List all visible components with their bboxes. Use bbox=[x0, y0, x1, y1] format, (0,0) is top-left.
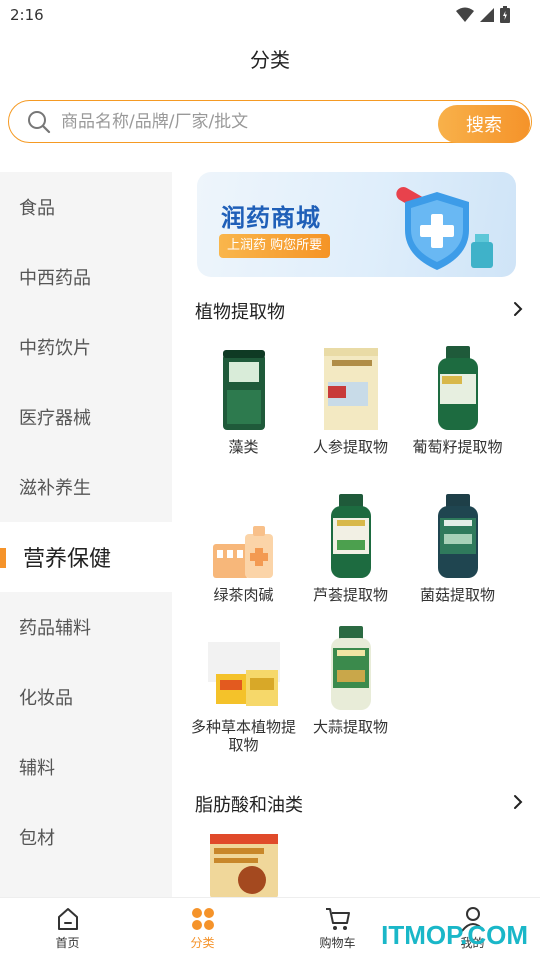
category-item-algae[interactable]: 藻类 bbox=[190, 342, 297, 456]
category-item-label: 人参提取物 bbox=[312, 438, 388, 456]
nav-label: 购物车 bbox=[319, 936, 356, 950]
sidebar-item-label: 化妆品 bbox=[19, 688, 73, 709]
search-bar[interactable]: 搜索 bbox=[8, 100, 532, 143]
section-fatty-acids-oils[interactable]: 脂肪酸和油类 bbox=[195, 789, 525, 819]
product-image bbox=[311, 622, 391, 712]
category-item-label: 葡萄籽提取物 bbox=[412, 438, 503, 456]
sidebar-item-label: 包材 bbox=[19, 828, 55, 849]
page-title: 分类 bbox=[250, 48, 290, 72]
sidebar-item-cosmetics[interactable]: 化妆品 bbox=[0, 662, 172, 732]
sidebar-item-excipients[interactable]: 辅料 bbox=[0, 732, 172, 802]
category-content: 润药商城 上润药 购您所要 植物提取物 藻类 人参提取物 葡萄籽提取物 绿茶肉碱… bbox=[172, 172, 540, 897]
section-title: 植物提取物 bbox=[195, 302, 285, 323]
home-icon bbox=[57, 908, 78, 930]
product-image bbox=[311, 490, 391, 580]
sidebar-item-medical-devices[interactable]: 医疗器械 bbox=[0, 382, 172, 452]
sidebar-item-tonics[interactable]: 滋补养生 bbox=[0, 452, 172, 522]
category-item-fish-oil[interactable] bbox=[190, 832, 297, 897]
search-input[interactable] bbox=[61, 108, 431, 136]
sidebar-item-food[interactable]: 食品 bbox=[0, 172, 172, 242]
promo-banner[interactable]: 润药商城 上润药 购您所要 bbox=[197, 172, 516, 277]
search-icon bbox=[28, 111, 51, 134]
sidebar-item-label: 营养保健 bbox=[23, 547, 112, 572]
category-item-label: 菌菇提取物 bbox=[419, 586, 495, 604]
category-icon bbox=[191, 908, 214, 930]
product-image bbox=[418, 342, 498, 432]
category-item-garlic-extract[interactable]: 大蒜提取物 bbox=[297, 622, 404, 736]
category-item-aloe-extract[interactable]: 芦荟提取物 bbox=[297, 490, 404, 604]
cart-icon bbox=[325, 908, 350, 930]
nav-label: 首页 bbox=[55, 936, 80, 950]
section-title: 脂肪酸和油类 bbox=[195, 795, 303, 816]
product-grid-plant-extracts: 藻类 人参提取物 葡萄籽提取物 绿茶肉碱 芦荟提取物 菌菇提取物 多种草本植物提… bbox=[190, 342, 520, 762]
category-item-grape-seed-extract[interactable]: 葡萄籽提取物 bbox=[404, 342, 511, 456]
product-grid-fatty-acids bbox=[190, 832, 520, 897]
product-image bbox=[204, 622, 284, 712]
category-item-label: 多种草本植物提取物 bbox=[190, 718, 296, 754]
product-image bbox=[311, 342, 391, 432]
category-item-label: 绿茶肉碱 bbox=[213, 586, 274, 604]
shield-icon bbox=[396, 187, 493, 270]
sidebar-item-label: 药品辅料 bbox=[19, 618, 91, 639]
product-image bbox=[204, 832, 284, 897]
nav-label: 分类 bbox=[190, 936, 215, 950]
section-plant-extracts[interactable]: 植物提取物 bbox=[195, 296, 525, 326]
sidebar-item-pharma-excipients[interactable]: 药品辅料 bbox=[0, 592, 172, 662]
watermark: ITMOP.COM bbox=[381, 920, 528, 950]
signal-icon bbox=[480, 7, 494, 22]
product-image bbox=[204, 490, 284, 580]
sidebar-item-label: 食品 bbox=[19, 198, 55, 219]
battery-icon bbox=[500, 6, 510, 23]
sidebar-item-label: 中药饮片 bbox=[19, 338, 91, 359]
sidebar-item-label: 中西药品 bbox=[19, 268, 91, 289]
nav-home[interactable]: 首页 bbox=[0, 898, 135, 960]
category-item-label: 大蒜提取物 bbox=[312, 718, 388, 736]
category-item-ginseng-extract[interactable]: 人参提取物 bbox=[297, 342, 404, 456]
category-item-label: 藻类 bbox=[228, 438, 259, 456]
sidebar-item-western-chinese-medicine[interactable]: 中西药品 bbox=[0, 242, 172, 312]
status-bar: 2:16 bbox=[0, 0, 540, 32]
sidebar-item-label: 医疗器械 bbox=[19, 408, 91, 429]
nav-category[interactable]: 分类 bbox=[135, 898, 270, 960]
sidebar-item-nutrition[interactable]: 营养保健 bbox=[0, 522, 172, 592]
product-image bbox=[418, 490, 498, 580]
category-sidebar: 食品 中西药品 中药饮片 医疗器械 滋补养生 营养保健 药品辅料 化妆品 辅料 … bbox=[0, 172, 172, 897]
sidebar-item-label: 滋补养生 bbox=[19, 478, 91, 499]
chevron-right-icon[interactable] bbox=[511, 793, 525, 811]
category-item-herbal-extracts[interactable]: 多种草本植物提取物 bbox=[190, 622, 297, 754]
banner-subtitle: 上润药 购您所要 bbox=[219, 234, 331, 258]
wifi-icon bbox=[456, 7, 474, 22]
category-item-label: 芦荟提取物 bbox=[312, 586, 388, 604]
search-button[interactable]: 搜索 bbox=[438, 105, 530, 143]
status-icons bbox=[456, 6, 510, 23]
category-item-green-tea-carnitine[interactable]: 绿茶肉碱 bbox=[190, 490, 297, 604]
chevron-right-icon[interactable] bbox=[511, 300, 525, 318]
sidebar-item-herbal-pieces[interactable]: 中药饮片 bbox=[0, 312, 172, 382]
sidebar-item-label: 辅料 bbox=[19, 758, 55, 779]
product-image bbox=[204, 342, 284, 432]
banner-title: 润药商城 bbox=[221, 204, 321, 232]
sidebar-item-packaging[interactable]: 包材 bbox=[0, 802, 172, 872]
category-item-mushroom-extract[interactable]: 菌菇提取物 bbox=[404, 490, 511, 604]
status-time: 2:16 bbox=[10, 6, 44, 24]
